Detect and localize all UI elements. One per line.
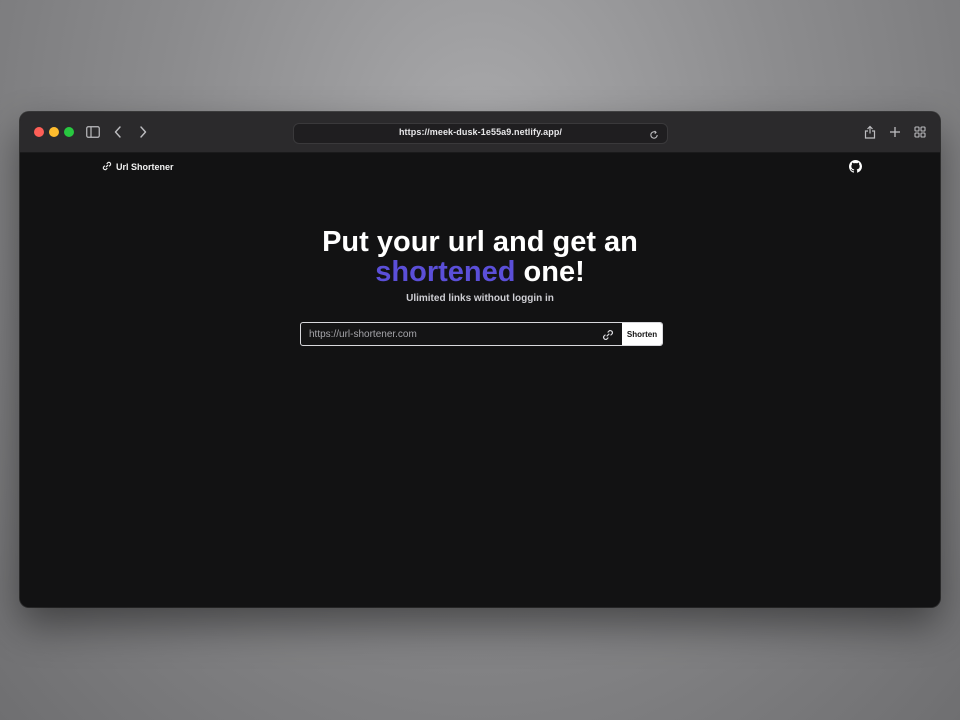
shorten-button[interactable]: Shorten xyxy=(622,323,662,345)
hero-subtitle: Ulimited links without loggin in xyxy=(406,293,554,304)
link-icon xyxy=(602,328,614,341)
url-input[interactable] xyxy=(301,323,601,345)
reload-icon[interactable] xyxy=(649,127,661,139)
brand-link[interactable]: Url Shortener xyxy=(102,161,174,173)
hero-title-end: one! xyxy=(515,256,585,288)
shorten-form: Shorten xyxy=(300,322,663,346)
page-content: Url Shortener Put your url and get an sh… xyxy=(20,153,940,607)
hero-title-line2: shortened one! xyxy=(20,257,940,287)
brand-label: Url Shortener xyxy=(116,162,174,172)
hero-title: Put your url and get an shortened one! xyxy=(20,227,940,287)
sidebar-icon[interactable] xyxy=(83,122,103,142)
link-icon xyxy=(102,161,112,173)
new-tab-icon[interactable] xyxy=(885,122,905,142)
address-url: https://meek-dusk-1e55a9.netlify.app/ xyxy=(398,127,563,137)
close-window-button[interactable] xyxy=(34,127,44,137)
zoom-window-button[interactable] xyxy=(64,127,74,137)
github-icon[interactable] xyxy=(849,160,862,173)
hero-title-line1: Put your url and get an xyxy=(322,226,638,258)
share-icon[interactable] xyxy=(860,122,880,142)
tab-overview-icon[interactable] xyxy=(910,122,930,142)
hero-title-accent: shortened xyxy=(375,256,516,288)
address-bar[interactable]: https://meek-dusk-1e55a9.netlify.app/ xyxy=(293,123,668,144)
forward-icon[interactable] xyxy=(133,122,153,142)
back-icon[interactable] xyxy=(108,122,128,142)
browser-window: https://meek-dusk-1e55a9.netlify.app/ Ur… xyxy=(20,112,940,607)
browser-toolbar: https://meek-dusk-1e55a9.netlify.app/ xyxy=(20,112,940,153)
minimize-window-button[interactable] xyxy=(49,127,59,137)
